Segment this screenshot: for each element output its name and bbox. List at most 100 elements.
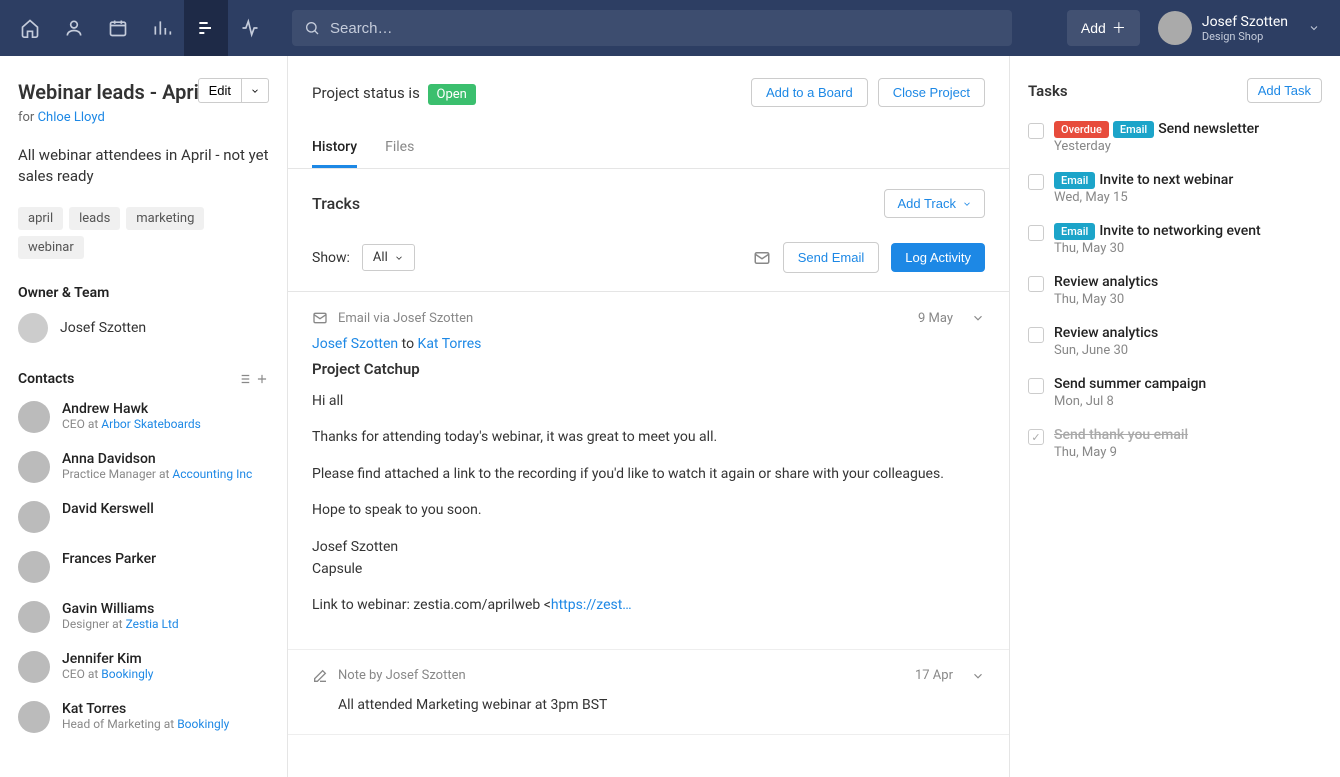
person-icon[interactable] [52,0,96,56]
user-menu[interactable]: Josef Szotten Design Shop [1158,11,1320,45]
contact-name: Andrew Hawk [62,401,201,417]
email-badge: Email [1113,121,1154,138]
task-title[interactable]: OverdueEmailSend newsletter [1054,121,1322,137]
sidebar: Edit Webinar leads - April for Chloe Llo… [0,56,288,777]
task-date: Thu, May 9 [1054,445,1322,460]
task-date: Yesterday [1054,139,1322,154]
email-to-link[interactable]: Kat Torres [418,336,482,352]
contact-name: Jennifer Kim [62,651,153,667]
note-icon [312,668,328,684]
send-email-button[interactable]: Send Email [783,242,879,273]
show-filter[interactable]: All [362,244,415,271]
user-sub: Design Shop [1202,30,1288,43]
tag[interactable]: webinar [18,236,84,259]
activity-date: 9 May [918,311,953,326]
search-bar[interactable] [292,10,1012,46]
activity-item: Note by Josef Szotten17 AprAll attended … [288,650,1009,735]
contact-role: Practice Manager at Accounting Inc [62,467,252,481]
add-button[interactable]: Add ＋ [1067,10,1140,46]
contact-company-link[interactable]: Accounting Inc [172,467,252,481]
task-checkbox[interactable] [1028,378,1044,394]
task-checkbox[interactable] [1028,327,1044,343]
log-activity-button[interactable]: Log Activity [891,243,985,272]
contact-company-link[interactable]: Arbor Skateboards [101,417,201,431]
list-icon[interactable] [237,372,251,386]
note-text: All attended Marketing webinar at 3pm BS… [312,694,985,716]
tag[interactable]: leads [69,207,120,230]
chevron-down-icon [1308,22,1320,34]
email-link[interactable]: https://zest… [551,597,632,613]
task-title[interactable]: Send summer campaign [1054,376,1322,392]
add-task-button[interactable]: Add Task [1247,78,1322,103]
tab-files[interactable]: Files [385,129,414,168]
task-title[interactable]: EmailInvite to next webinar [1054,172,1322,188]
task-title[interactable]: EmailInvite to networking event [1054,223,1322,239]
task-checkbox[interactable] [1028,276,1044,292]
chevron-down-icon[interactable] [971,311,985,325]
task-title[interactable]: Send thank you email [1054,427,1322,443]
contact-item[interactable]: Gavin WilliamsDesigner at Zestia Ltd [18,601,269,633]
status-badge: Open [428,84,476,105]
email-from-link[interactable]: Josef Szotten [312,336,398,352]
avatar [18,501,50,533]
task-item: OverdueEmailSend newsletter Yesterday [1028,121,1322,154]
list-icon[interactable] [184,0,228,56]
plus-icon: ＋ [1112,18,1126,38]
owner[interactable]: Josef Szotten [18,313,269,343]
project-description: All webinar attendees in April - not yet… [18,145,269,187]
edit-dropdown-button[interactable] [242,78,269,103]
for-prefix: for [18,110,38,125]
envelope-icon[interactable] [753,249,771,267]
avatar [18,601,50,633]
contact-role: CEO at Bookingly [62,667,153,681]
top-nav: Add ＋ Josef Szotten Design Shop [0,0,1340,56]
edit-button[interactable]: Edit [198,78,242,103]
owner-team-heading: Owner & Team [18,285,269,301]
task-item: EmailInvite to networking eventThu, May … [1028,223,1322,256]
contacts-heading: Contacts [18,371,74,387]
contact-item[interactable]: Kat TorresHead of Marketing at Bookingly [18,701,269,733]
contact-name: Kat Torres [62,701,229,717]
search-input[interactable] [330,20,1000,37]
for-link[interactable]: Chloe Lloyd [38,110,105,125]
contact-item[interactable]: Andrew HawkCEO at Arbor Skateboards [18,401,269,433]
close-project-button[interactable]: Close Project [878,78,985,107]
chevron-down-icon[interactable] [971,669,985,683]
avatar [18,701,50,733]
email-from-to: Josef Szotten to Kat Torres [312,336,985,352]
contact-role: Designer at Zestia Ltd [62,617,179,631]
plus-icon[interactable] [255,372,269,386]
task-checkbox[interactable] [1028,225,1044,241]
task-date: Thu, May 30 [1054,292,1322,307]
task-item: Send summer campaignMon, Jul 8 [1028,376,1322,409]
task-title[interactable]: Review analytics [1054,274,1322,290]
tab-history[interactable]: History [312,129,357,168]
task-checkbox[interactable]: ✓ [1028,429,1044,445]
main-panel: Project status is Open Add to a Board Cl… [288,56,1010,777]
calendar-icon[interactable] [96,0,140,56]
contact-name: Gavin Williams [62,601,179,617]
contact-company-link[interactable]: Bookingly [177,717,229,731]
add-to-board-button[interactable]: Add to a Board [751,78,868,107]
contact-item[interactable]: Anna DavidsonPractice Manager at Account… [18,451,269,483]
home-icon[interactable] [8,0,52,56]
contact-item[interactable]: Frances Parker [18,551,269,583]
chevron-down-icon [394,253,404,263]
pulse-icon[interactable] [228,0,272,56]
search-icon [304,20,320,36]
contact-item[interactable]: Jennifer KimCEO at Bookingly [18,651,269,683]
show-value: All [373,250,388,265]
contact-company-link[interactable]: Zestia Ltd [126,617,179,631]
task-date: Sun, June 30 [1054,343,1322,358]
tag[interactable]: april [18,207,63,230]
task-checkbox[interactable] [1028,174,1044,190]
activity-meta: Email via Josef Szotten [338,311,473,326]
task-checkbox[interactable] [1028,123,1044,139]
chart-icon[interactable] [140,0,184,56]
tag[interactable]: marketing [126,207,204,230]
contact-company-link[interactable]: Bookingly [101,667,153,681]
add-track-button[interactable]: Add Track [884,189,985,218]
avatar [18,651,50,683]
task-title[interactable]: Review analytics [1054,325,1322,341]
contact-item[interactable]: David Kerswell [18,501,269,533]
